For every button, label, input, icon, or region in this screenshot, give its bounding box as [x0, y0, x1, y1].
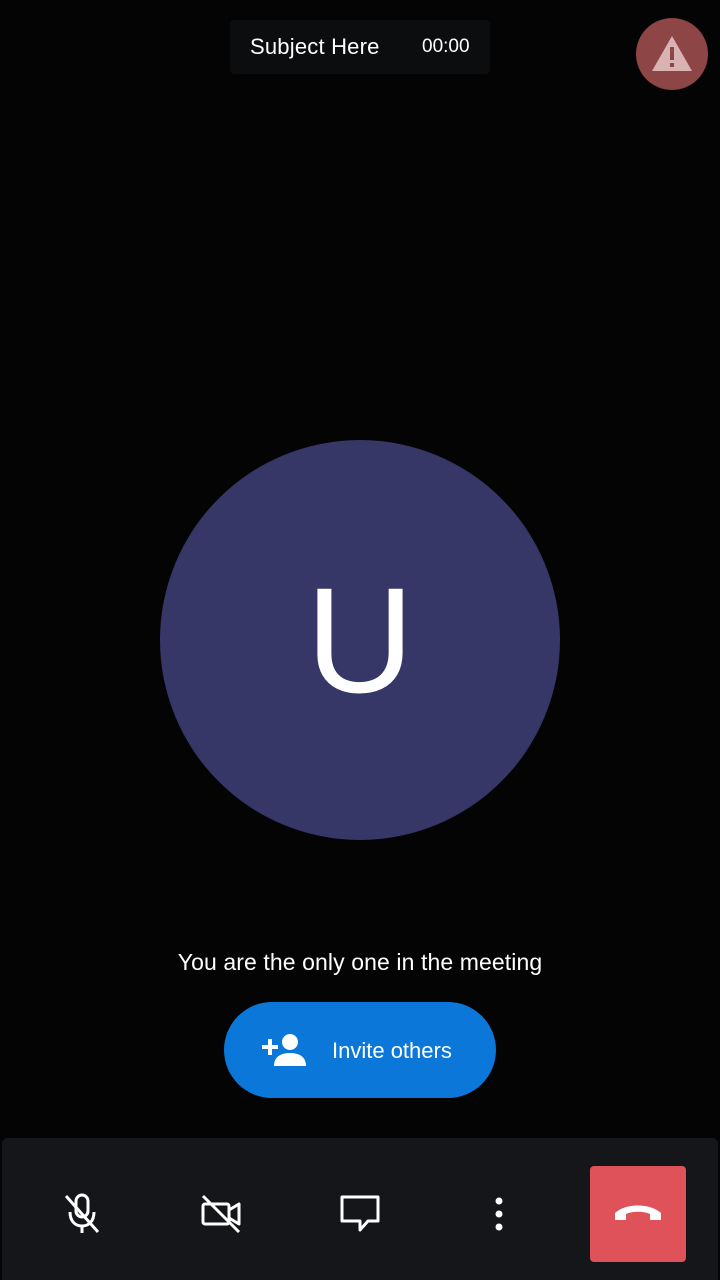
- chat-icon: [340, 1195, 380, 1232]
- meeting-subject: Subject Here: [250, 34, 380, 59]
- microphone-toggle-button[interactable]: [34, 1166, 130, 1262]
- more-options-button[interactable]: [451, 1166, 547, 1262]
- status-message: You are the only one in the meeting: [177, 949, 543, 975]
- mic-off-icon: [64, 1193, 100, 1233]
- camera-toggle-button[interactable]: [173, 1166, 269, 1262]
- hangup-icon: [615, 1205, 661, 1220]
- call-toolbar: [2, 1138, 718, 1280]
- invite-others-label: Invite others: [332, 1038, 452, 1063]
- add-person-icon: [262, 1034, 306, 1066]
- participant-avatar: U: [160, 440, 560, 840]
- chat-button[interactable]: [312, 1166, 408, 1262]
- more-vertical-icon: [495, 1197, 503, 1231]
- hangup-button[interactable]: [590, 1166, 686, 1262]
- avatar-initial: U: [305, 556, 415, 724]
- meeting-timer: 00:00: [422, 36, 470, 57]
- warning-button[interactable]: [636, 18, 708, 90]
- warning-icon: [652, 36, 692, 71]
- video-off-icon: [201, 1194, 241, 1234]
- meeting-header: Subject Here 00:00: [230, 20, 490, 74]
- meeting-screen: Subject Here 00:00 U You are the only on…: [0, 0, 720, 1280]
- invite-others-button[interactable]: Invite others: [224, 1002, 496, 1098]
